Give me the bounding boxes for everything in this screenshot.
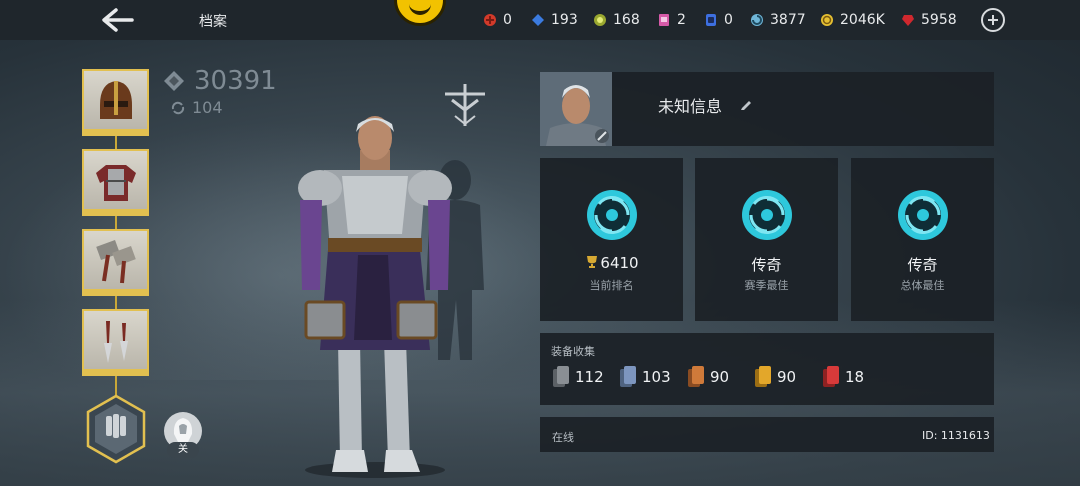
collection-count: 103 [642, 368, 671, 386]
hammers-icon [96, 240, 136, 284]
epic-card-icon [755, 366, 771, 387]
green-token-icon [593, 13, 607, 27]
player-portrait[interactable] [540, 72, 612, 146]
class-ability-hex-button[interactable] [84, 394, 148, 464]
collection-common: 112 [553, 366, 604, 388]
resource-value: 168 [613, 12, 640, 28]
toggle-state-label: 关 [167, 442, 199, 458]
slot-rarity-bar [84, 289, 147, 294]
rare-card-icon [688, 366, 704, 387]
equipment-slot-weapon[interactable] [82, 229, 149, 296]
equipment-slot-armor[interactable] [82, 149, 149, 216]
character-level: 104 [170, 98, 223, 117]
resource-green-token[interactable]: 168 [593, 11, 640, 29]
online-status: 在线 [552, 431, 574, 444]
power-rating: 30391 [162, 66, 277, 96]
blue-gem-icon [531, 13, 545, 27]
red-token-icon [483, 13, 497, 27]
player-id: ID: 1131613 [922, 429, 990, 442]
resource-value: 5958 [921, 12, 957, 28]
portrait-avatar [540, 72, 612, 146]
rank-value: 6410 [540, 254, 683, 272]
collection-uncommon: 103 [620, 366, 671, 388]
collection-count: 90 [777, 368, 797, 386]
edit-name-icon[interactable] [740, 95, 752, 110]
resource-value: 2 [677, 12, 686, 28]
collection-rare: 90 [688, 366, 729, 388]
blue-card-icon [704, 13, 718, 27]
resource-rubies[interactable]: 5958 [901, 11, 957, 29]
resource-value: 0 [724, 12, 733, 28]
rank-value: 传奇 [907, 256, 938, 274]
helmet-icon [100, 81, 132, 119]
player-name: 未知信息 [658, 97, 723, 116]
collection-count: 112 [575, 368, 604, 386]
legend-rank-emblem-icon [587, 190, 637, 240]
power-value: 30391 [194, 66, 277, 96]
rank-label: 总体最佳 [900, 279, 945, 292]
armor-icon [96, 165, 136, 201]
level-arrows-icon [171, 101, 185, 114]
resource-blue-card[interactable]: 0 [704, 11, 733, 29]
back-arrow-icon[interactable] [98, 6, 138, 34]
resource-ticket[interactable]: 2 [657, 11, 686, 29]
rank-card-overall-best[interactable]: 传奇 总体最佳 [851, 158, 994, 321]
slot-rarity-bar [84, 129, 147, 134]
common-card-icon [553, 366, 569, 387]
collection-count: 18 [845, 368, 865, 386]
page-title: 档案 [199, 14, 227, 30]
resource-red-token[interactable]: 0 [483, 11, 512, 29]
resource-value: 0 [503, 12, 512, 28]
equipment-slot-ranged[interactable] [82, 309, 149, 376]
slot-rarity-bar [84, 369, 147, 374]
legend-rank-emblem-icon [742, 190, 792, 240]
collection-count: 90 [710, 368, 730, 386]
trophy-icon [587, 256, 598, 268]
swirl-icon [750, 13, 764, 27]
pink-ticket-icon [657, 13, 671, 27]
resource-value: 2046K [840, 12, 885, 28]
resource-value: 193 [551, 12, 578, 28]
legendary-card-icon [823, 366, 839, 387]
resource-energy[interactable]: 3877 [750, 11, 806, 29]
collection-epic: 90 [755, 366, 796, 388]
equipment-slot-helmet[interactable] [82, 69, 149, 136]
resource-value: 3877 [770, 12, 806, 28]
gold-coin-icon [820, 13, 834, 27]
resource-coins[interactable]: 2046K [820, 11, 885, 29]
collection-legendary: 18 [823, 366, 864, 388]
daggers-icon [104, 321, 128, 363]
rank-label: 当前排名 [589, 279, 634, 292]
ruby-icon [901, 13, 915, 27]
collection-title: 装备收集 [551, 345, 595, 358]
legend-rank-emblem-icon [898, 190, 948, 240]
slot-rarity-bar [84, 209, 147, 214]
level-value: 104 [192, 98, 223, 117]
uncommon-card-icon [620, 366, 636, 387]
rank-card-current[interactable]: 6410 当前排名 [540, 158, 683, 321]
rank-value: 传奇 [751, 256, 782, 274]
resource-blue-gem[interactable]: 193 [531, 11, 578, 29]
hero-character [298, 116, 452, 478]
power-diamond-icon [164, 71, 184, 91]
rank-label: 赛季最佳 [744, 279, 789, 292]
rank-card-season-best[interactable]: 传奇 赛季最佳 [695, 158, 838, 321]
add-currency-button[interactable] [981, 8, 1005, 32]
